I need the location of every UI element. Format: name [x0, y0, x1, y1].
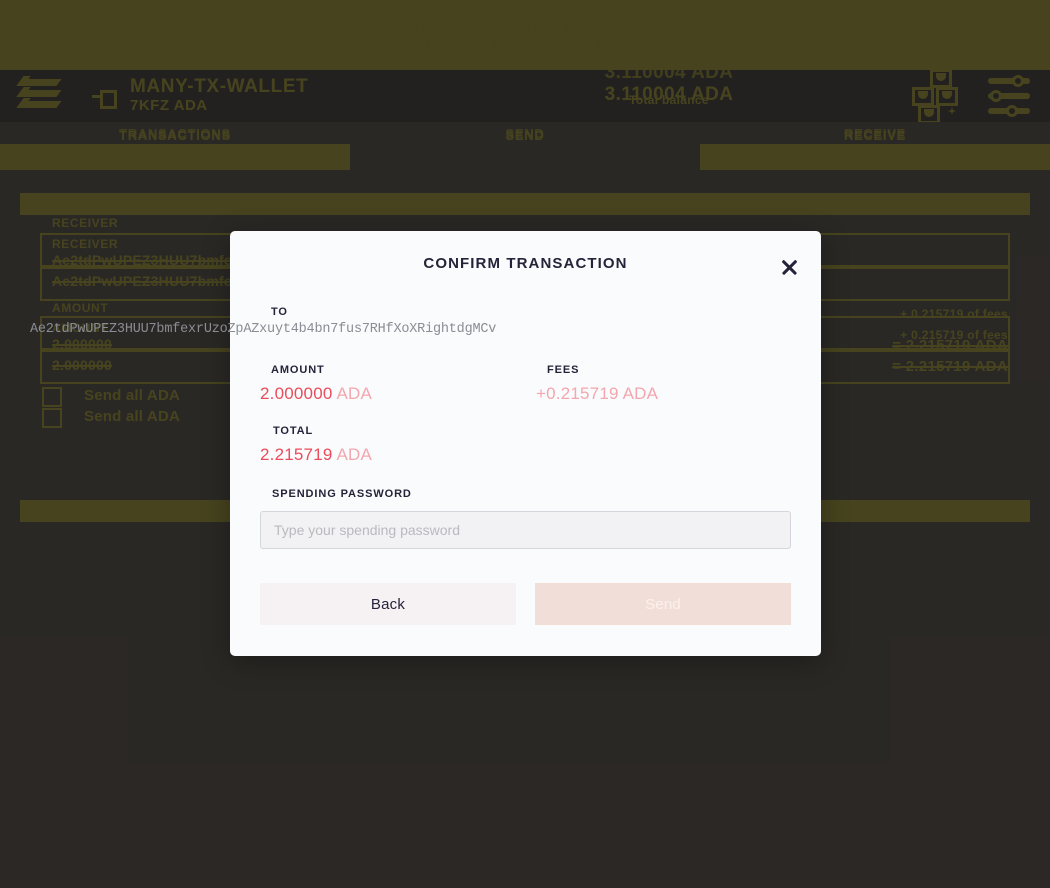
total-unit: ADA — [336, 445, 373, 464]
total-number: 2.215719 — [260, 445, 333, 464]
spending-password-input[interactable] — [260, 511, 791, 549]
fees-label: FEES — [547, 364, 580, 376]
fees-unit: ADA — [622, 384, 659, 403]
fees-value: +0.215719 ADA — [536, 384, 658, 404]
fees-number: +0.215719 — [536, 384, 619, 403]
amount-unit: ADA — [336, 384, 373, 403]
total-label: TOTAL — [273, 425, 314, 437]
total-value: 2.215719 ADA — [260, 445, 372, 465]
close-x-icon[interactable] — [779, 257, 799, 277]
send-button: Send — [535, 583, 791, 625]
amount-value: 2.000000 ADA — [260, 384, 372, 404]
back-button[interactable]: Back — [260, 583, 516, 625]
amount-number: 2.000000 — [260, 384, 333, 403]
to-label: TO — [271, 306, 288, 318]
dialog-title: CONFIRM TRANSACTION — [423, 255, 628, 272]
amount-label: AMOUNT — [271, 364, 325, 376]
to-address-value: Ae2tdPwUPEZ3HUU7bmfexrUzoZpAZxuyt4b4bn7f… — [30, 322, 497, 337]
spending-password-label: SPENDING PASSWORD — [272, 488, 412, 500]
